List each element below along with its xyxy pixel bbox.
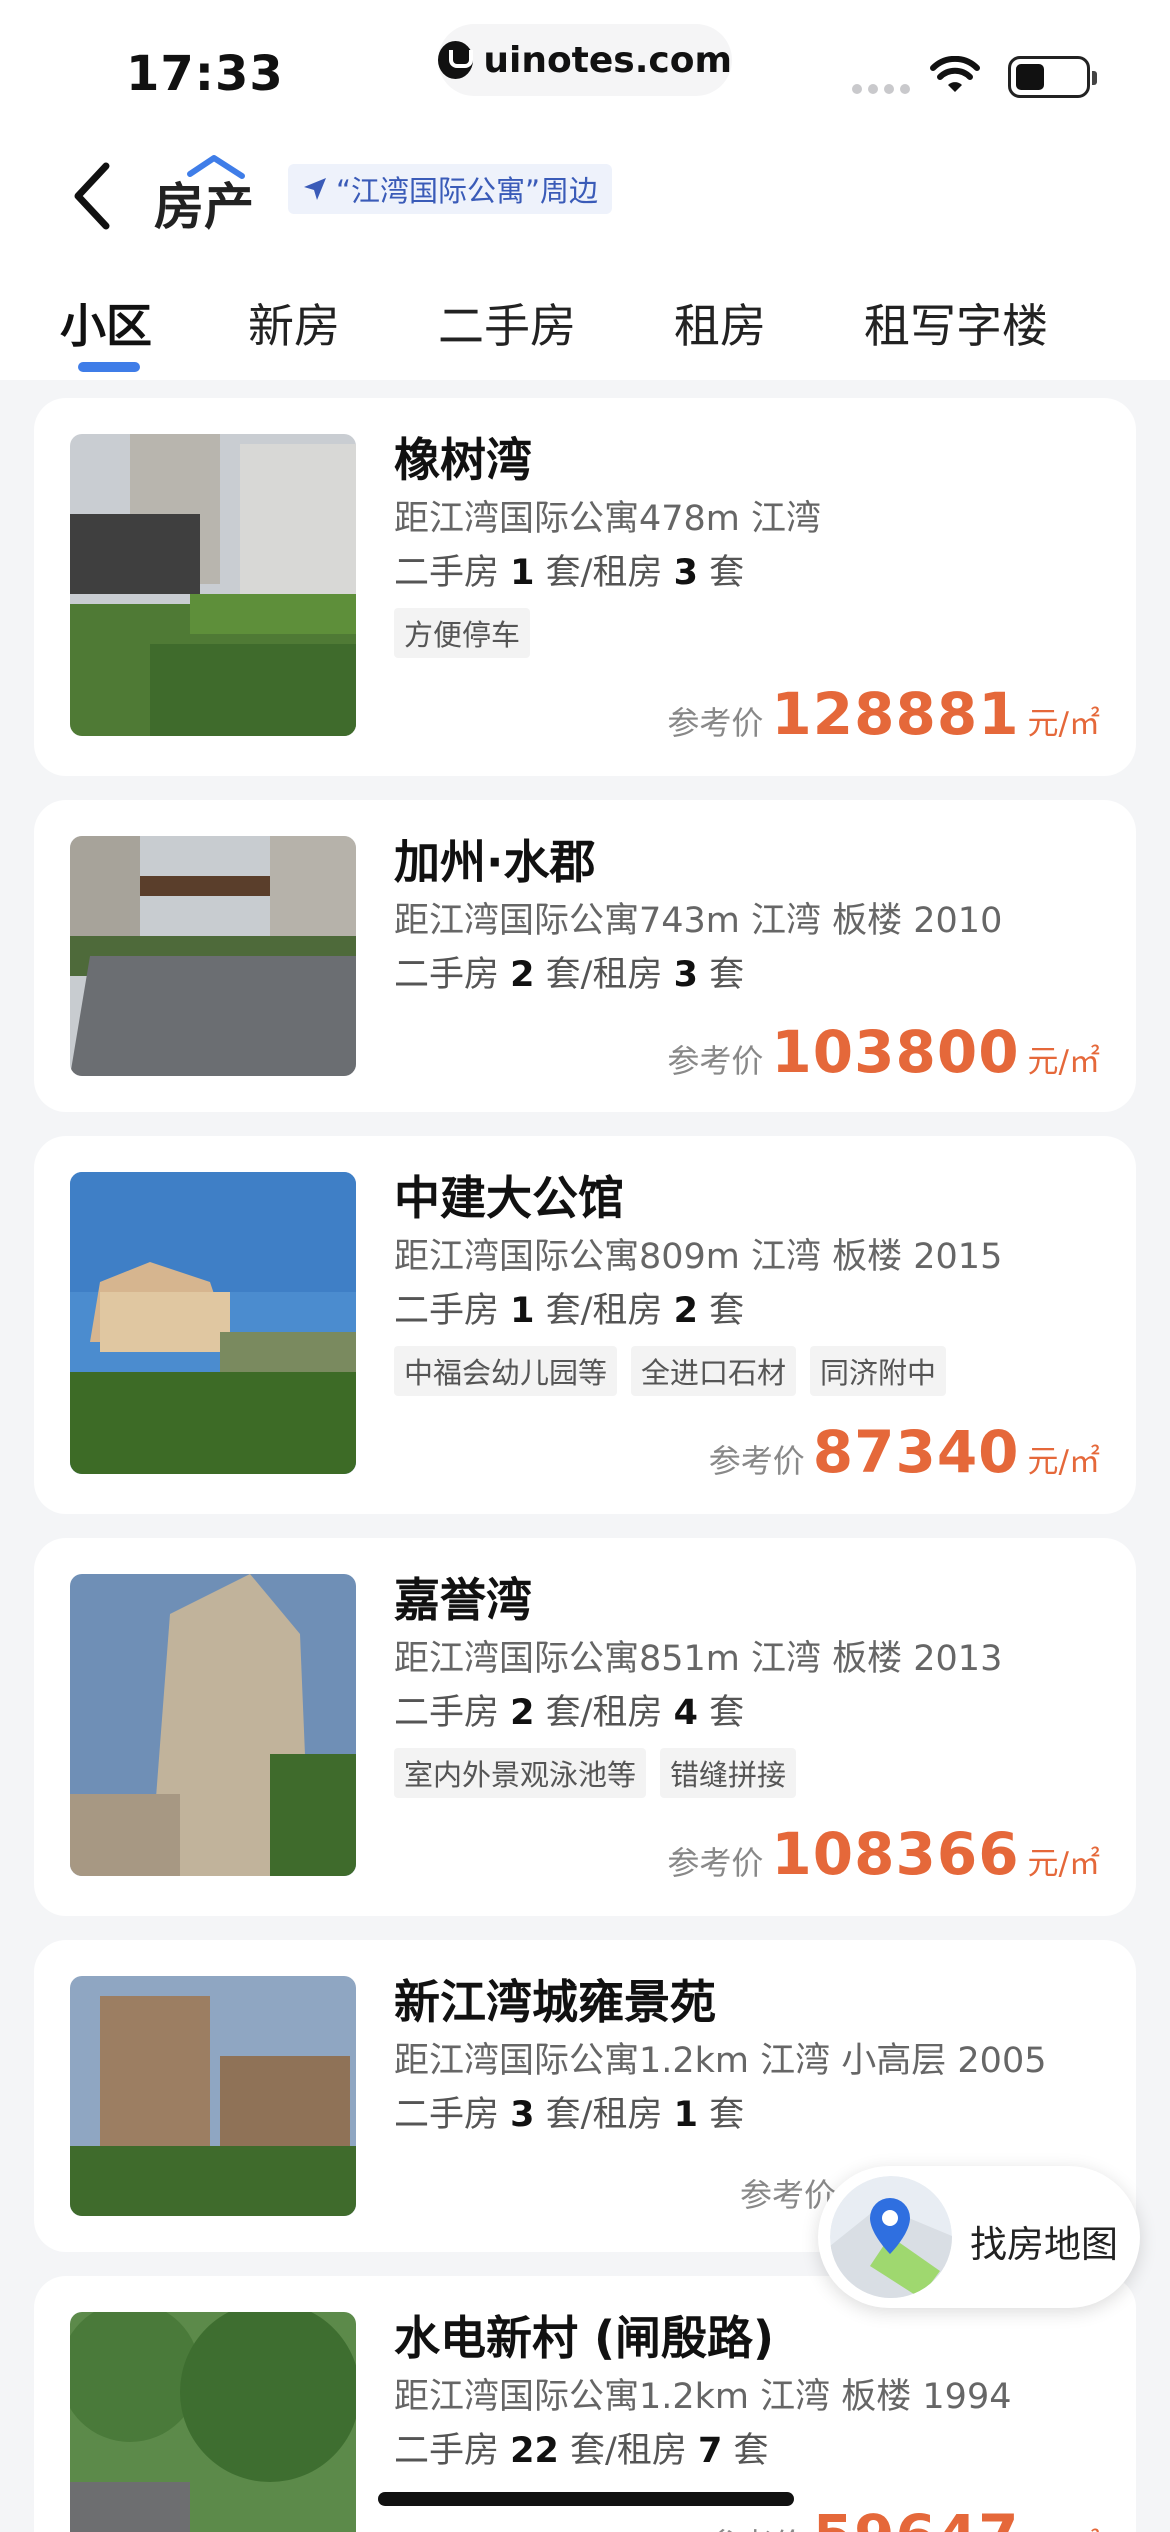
nav-bar: 房产 “江湾国际公寓”周边 xyxy=(0,140,1170,260)
listing-card[interactable]: 中建大公馆 距江湾国际公寓809m 江湾 板楼 2015 二手房 1 套/租房 … xyxy=(34,1136,1136,1514)
listing-photo xyxy=(70,1574,356,1876)
price-value: 103800 xyxy=(771,1018,1020,1086)
price-unit: 元/㎡ xyxy=(1027,1846,1100,1882)
listing-name: 新江湾城雍景苑 xyxy=(394,1975,716,2029)
map-pin-icon xyxy=(830,2176,952,2298)
price-label: 参考价 xyxy=(709,2520,805,2532)
listing-photo xyxy=(70,1172,356,1474)
price-label: 参考价 xyxy=(667,1042,764,1080)
listing-photo xyxy=(70,434,356,736)
listing-counts: 二手房 22 套/租房 7 套 xyxy=(394,2431,769,2471)
price-label: 参考价 xyxy=(708,1442,805,1480)
price-value: 87340 xyxy=(812,1418,1020,1486)
listing-counts: 二手房 2 套/租房 3 套 xyxy=(394,955,745,995)
price-row: 参考价 108366 元/㎡ xyxy=(667,1820,1100,1888)
price-unit: 元/㎡ xyxy=(1027,1044,1100,1080)
price-label: 参考价 xyxy=(667,704,764,742)
map-search-label: 找房地图 xyxy=(970,2223,1118,2266)
price-unit: 元/㎡ xyxy=(1028,2520,1100,2532)
price-row: 参考价 59647 元/㎡ xyxy=(709,2502,1100,2532)
listing-address: 距江湾国际公寓851m 江湾 板楼 2013 xyxy=(394,1639,1003,1679)
listing-tag: 同济附中 xyxy=(810,1346,947,1396)
listing-name: 加州·水郡 xyxy=(394,835,596,889)
price-row: 参考价 128881 元/㎡ xyxy=(667,680,1100,748)
url-pill[interactable]: uinotes.com xyxy=(438,24,732,96)
listing-counts: 二手房 1 套/租房 3 套 xyxy=(394,553,745,593)
location-tag[interactable]: “江湾国际公寓”周边 xyxy=(288,164,613,214)
site-logo-icon xyxy=(438,41,474,79)
price-row: 参考价 87340 元/㎡ xyxy=(709,1418,1100,1486)
listing-tags: 中福会幼儿园等 全进口石材 同济附中 xyxy=(394,1346,1100,1396)
listing-tag: 全进口石材 xyxy=(631,1346,797,1396)
tab-second-hand[interactable]: 二手房 xyxy=(438,290,576,356)
price-label: 参考价 xyxy=(739,2176,836,2214)
listing-address: 距江湾国际公寓478m 江湾 xyxy=(394,499,822,539)
status-time: 17:33 xyxy=(126,46,284,102)
listing-address: 距江湾国际公寓743m 江湾 板楼 2010 xyxy=(394,901,1003,941)
price-value: 59647 xyxy=(813,2502,1020,2532)
price-value: 108366 xyxy=(771,1820,1020,1888)
location-arrow-icon xyxy=(304,178,326,200)
brand-logo: 房产 xyxy=(154,155,254,234)
brand-text: 房产 xyxy=(154,178,254,234)
tab-community[interactable]: 小区 xyxy=(60,290,152,356)
listing-card[interactable]: 嘉誉湾 距江湾国际公寓851m 江湾 板楼 2013 二手房 2 套/租房 4 … xyxy=(34,1538,1136,1916)
listing-address: 距江湾国际公寓1.2km 江湾 板楼 1994 xyxy=(394,2377,1012,2417)
listing-address: 距江湾国际公寓809m 江湾 板楼 2015 xyxy=(394,1237,1003,1277)
listing-photo xyxy=(70,2312,356,2532)
listing-tag: 方便停车 xyxy=(394,608,531,658)
listing-tag: 中福会幼儿园等 xyxy=(394,1346,618,1396)
chevron-left-icon[interactable] xyxy=(60,156,130,236)
listing-name: 嘉誉湾 xyxy=(394,1573,532,1627)
listing-name: 橡树湾 xyxy=(394,433,532,487)
listing-card[interactable]: 橡树湾 距江湾国际公寓478m 江湾 二手房 1 套/租房 3 套 方便停车 参… xyxy=(34,398,1136,776)
listing-tags: 方便停车 xyxy=(394,608,1100,658)
listing-counts: 二手房 3 套/租房 1 套 xyxy=(394,2095,745,2135)
listing-photo xyxy=(70,836,356,1076)
tab-indicator xyxy=(78,362,140,372)
listing-counts: 二手房 2 套/租房 4 套 xyxy=(394,1693,745,1733)
price-row: 参考价 xyxy=(740,2170,836,2216)
listing-photo xyxy=(70,1976,356,2216)
tab-rent[interactable]: 租房 xyxy=(674,290,766,356)
map-search-button[interactable]: 找房地图 xyxy=(818,2166,1140,2308)
url-text: uinotes.com xyxy=(483,39,732,81)
category-tabs: 小区 新房 二手房 租房 租写字楼 xyxy=(0,260,1170,380)
battery-icon xyxy=(1008,56,1097,98)
signal-icon xyxy=(852,84,910,94)
home-indicator xyxy=(378,2492,794,2506)
listing-counts: 二手房 1 套/租房 2 套 xyxy=(394,1291,745,1331)
listing-name: 中建大公馆 xyxy=(394,1171,624,1225)
listing-tags: 室内外景观泳池等 错缝拼接 xyxy=(394,1748,1100,1798)
listing-tag: 错缝拼接 xyxy=(660,1748,797,1798)
price-unit: 元/㎡ xyxy=(1027,1444,1100,1480)
listing-tag: 室内外景观泳池等 xyxy=(394,1748,647,1798)
price-label: 参考价 xyxy=(667,1844,764,1882)
wifi-icon xyxy=(930,56,980,92)
status-bar: 17:33 uinotes.com xyxy=(0,0,1170,140)
price-row: 参考价 103800 元/㎡ xyxy=(667,1018,1100,1086)
price-unit: 元/㎡ xyxy=(1027,706,1100,742)
location-tag-text: “江湾国际公寓”周边 xyxy=(336,174,599,208)
tab-office-rent[interactable]: 租写字楼 xyxy=(864,290,1048,356)
listing-address: 距江湾国际公寓1.2km 江湾 小高层 2005 xyxy=(394,2041,1047,2081)
listing-card[interactable]: 加州·水郡 距江湾国际公寓743m 江湾 板楼 2010 二手房 2 套/租房 … xyxy=(34,800,1136,1112)
tab-new-house[interactable]: 新房 xyxy=(248,290,340,356)
listing-name: 水电新村 (闸殷路) xyxy=(394,2311,775,2365)
price-value: 128881 xyxy=(771,680,1020,748)
